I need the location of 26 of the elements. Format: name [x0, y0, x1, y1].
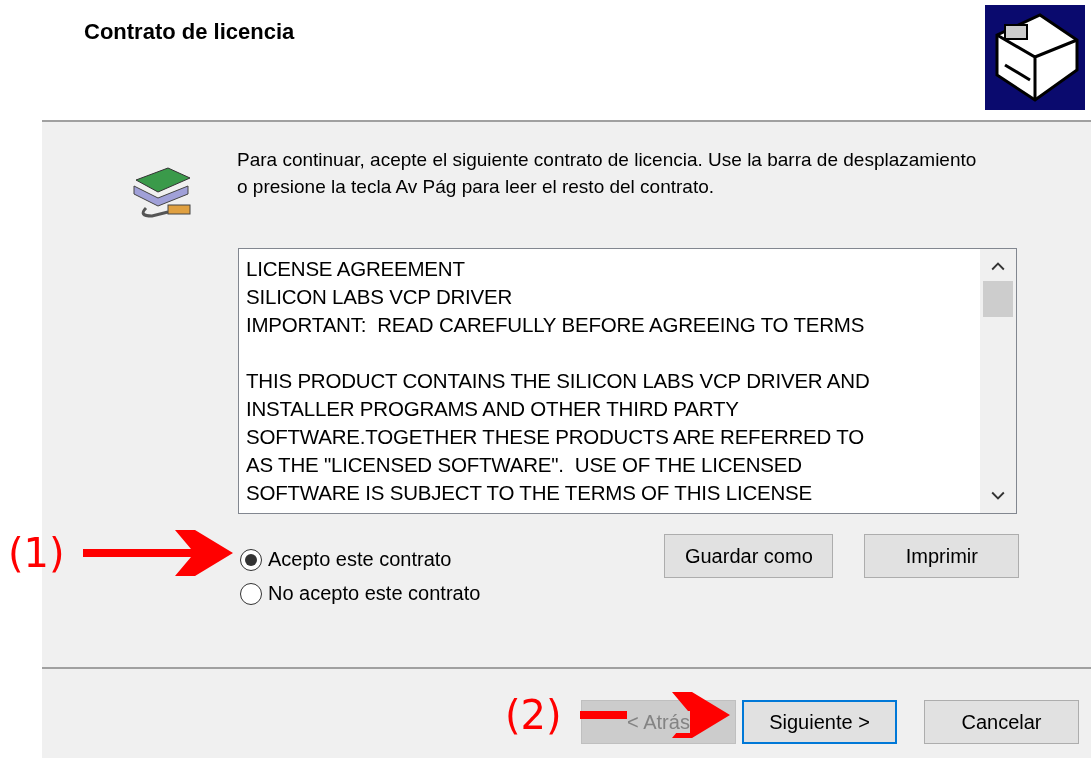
radio-option[interactable]: No acepto este contrato [240, 582, 481, 605]
license-text-line: SILICON LABS VCP DRIVER [246, 284, 514, 310]
license-text-line: THIS PRODUCT CONTAINS THE SILICON LABS VCP DRIVER AND [246, 368, 871, 394]
next-button[interactable]: Siguiente > [742, 700, 897, 744]
scrollbar-thumb[interactable] [983, 281, 1013, 317]
license-text-line: LICENSE AGREEMENT [246, 256, 466, 282]
license-text-line: SOFTWARE IS SUBJECT TO THE TERMS OF THIS LICENSE [246, 480, 814, 506]
license-text-line: AS THE "LICENSED SOFTWARE". USE OF THE LICENSED [246, 452, 803, 478]
page-title: Contrato de licencia [84, 19, 295, 45]
annotation-label: (1) [8, 530, 65, 576]
save-as-button[interactable]: Guardar como [664, 534, 834, 578]
scroll-up-icon[interactable] [991, 261, 1005, 271]
instructions-text: Para continuar, acepte el siguiente contrato de licencia. Use la barra de desplazamiento o presione la tecla Av Pág para leer el resto del contrato. [237, 148, 978, 199]
license-text-line: IMPORTANT: READ CAREFULLY BEFORE AGREEING TO TERMS [246, 312, 866, 338]
print-button[interactable]: Imprimir [864, 534, 1020, 578]
license-text-line: SOFTWARE.TOGETHER THESE PRODUCTS ARE REFERRED TO [246, 424, 865, 450]
radio-button[interactable] [240, 582, 262, 605]
scrollbar[interactable] [980, 249, 1016, 513]
annotation-label: (2) [505, 692, 562, 738]
license-text-area[interactable] [238, 248, 1017, 514]
radio-button[interactable] [240, 548, 262, 571]
cancel-button[interactable]: Cancelar [924, 700, 1079, 744]
scroll-down-icon[interactable] [991, 491, 1005, 501]
license-text-line: INSTALLER PROGRAMS AND OTHER THIRD PARTY [246, 396, 740, 422]
computer-case-icon [985, 5, 1085, 110]
radio-option[interactable]: Acepto este contrato [240, 548, 481, 571]
